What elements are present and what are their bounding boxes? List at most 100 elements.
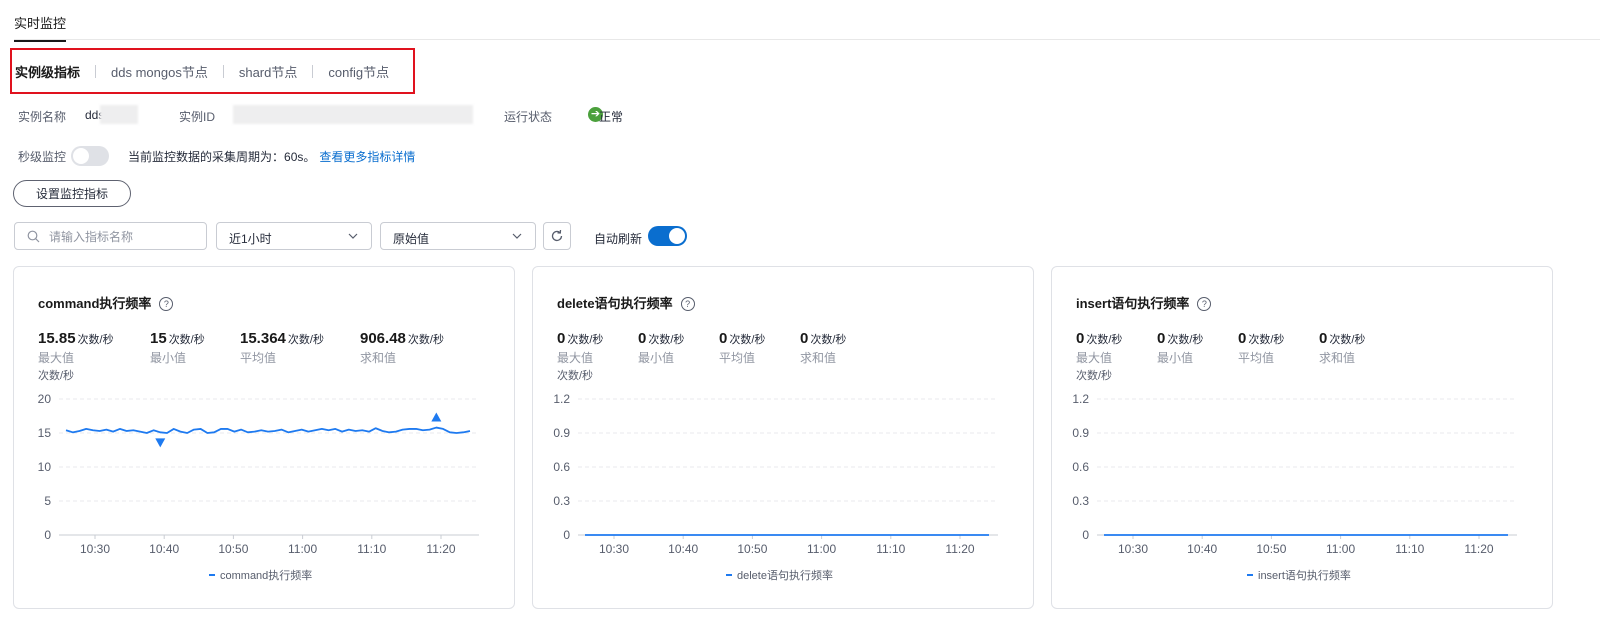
stat-unit: 次数/秒: [810, 334, 847, 346]
stat-unit: 次数/秒: [648, 334, 685, 346]
card-title-text: delete语句执行频率: [557, 296, 673, 311]
toggle-knob: [73, 148, 90, 164]
chart-legend[interactable]: command执行频率: [209, 567, 312, 583]
y-tick-label: 0: [44, 528, 51, 542]
y-tick-label: 0.6: [553, 460, 570, 474]
value-type-value: 原始值: [393, 232, 430, 246]
stat-label: 最小值: [638, 351, 675, 365]
subtab-mongos-node[interactable]: dds mongos节点: [111, 62, 208, 81]
metric-search-input[interactable]: [47, 227, 201, 247]
y-tick-label: 1.2: [1072, 392, 1089, 406]
stat-unit: 次数/秒: [77, 334, 114, 346]
legend-swatch: [209, 574, 215, 577]
second-level-row: 秒级监控 当前监控数据的采集周期为：60s。 查看更多指标详情: [18, 146, 415, 166]
y-tick-label: 0: [563, 528, 570, 542]
y-tick-label: 1.2: [553, 392, 570, 406]
time-range-select[interactable]: 近1小时: [216, 222, 372, 250]
search-icon: [27, 230, 40, 243]
stat-sum: 0 次数/秒求和值: [800, 330, 846, 366]
x-tick-label: 10:40: [1187, 542, 1217, 556]
instance-id-label: 实例ID: [179, 110, 216, 124]
x-tick-label: 11:00: [807, 542, 836, 556]
instance-info-row: 实例名称 dds 实例ID 运行状态 ➔ 正常: [18, 105, 1612, 124]
y-tick-label: 5: [44, 494, 51, 508]
set-metrics-button[interactable]: 设置监控指标: [13, 180, 131, 207]
redacted-mask: [100, 105, 138, 124]
refresh-button[interactable]: [543, 222, 571, 250]
min-marker: [155, 438, 166, 448]
chevron-down-icon: [512, 233, 522, 239]
stat-value: 0: [1157, 330, 1166, 347]
metric-card-insert: insert语句执行频率? 0 次数/秒 最大值 0 次数/秒 最小值 0 次数/秒 平均值…: [1051, 266, 1553, 609]
stat-unit: 次数/秒: [567, 334, 604, 346]
x-tick-label: 10:40: [149, 542, 179, 556]
stat-max: 0 次数/秒 最大值: [1076, 330, 1122, 366]
stat-label: 最大值: [557, 351, 594, 365]
y-tick-label: 0: [1082, 528, 1089, 542]
max-marker: [431, 412, 442, 422]
subtab-separator: [95, 64, 97, 78]
legend-label: insert语句执行频率: [1258, 570, 1351, 582]
stat-value: 0: [719, 330, 728, 347]
stat-label: 求和值: [360, 351, 397, 365]
line-chart[interactable]: 0 0.3 0.6 0.9 1.2 10:30 10:40 10:50 11:00 11:10 11…: [1052, 385, 1552, 565]
x-tick-label: 11:10: [1395, 542, 1424, 556]
help-icon[interactable]: ?: [680, 296, 695, 311]
stat-min: 0 次数/秒最小值: [1157, 330, 1203, 366]
stat-avg: 15.364 次数/秒 平均值: [240, 330, 324, 366]
stat-sum: 906.48 次数/秒 求和值: [360, 330, 444, 366]
collection-period-text: 当前监控数据的采集周期为：60s。: [128, 149, 316, 164]
stat-value: 15.85: [38, 330, 76, 347]
auto-refresh-toggle[interactable]: [648, 226, 687, 246]
stat-value: 15: [150, 330, 167, 347]
stat-unit: 次数/秒: [407, 334, 444, 346]
refresh-icon: [551, 229, 563, 242]
help-icon[interactable]: ?: [1197, 296, 1212, 311]
line-chart[interactable]: 0 5 10 15 20 10:30 10:40 10:50 11:00 11:10 11:20: [14, 385, 514, 565]
x-tick-label: 11:10: [876, 542, 905, 556]
value-type-select[interactable]: 原始值: [380, 222, 536, 250]
tab-realtime-monitor[interactable]: 实时监控: [14, 13, 67, 42]
status-value: 正常: [599, 110, 624, 124]
time-range-value: 近1小时: [229, 232, 272, 246]
stat-min: 0 次数/秒 最小值: [638, 330, 684, 366]
stat-unit: 次数/秒: [1248, 334, 1285, 346]
stat-label: 平均值: [1238, 351, 1275, 365]
stat-unit: 次数/秒: [1086, 334, 1123, 346]
series-line: [65, 426, 471, 434]
subtab-separator: [222, 64, 224, 78]
metric-search: [14, 222, 207, 250]
subtab-shard-node[interactable]: shard节点: [239, 62, 298, 81]
second-level-toggle[interactable]: [71, 146, 110, 166]
help-icon[interactable]: ?: [159, 296, 174, 311]
stat-unit: 次数/秒: [1167, 334, 1204, 346]
card-title-text: command执行频率: [38, 296, 152, 311]
more-metrics-link[interactable]: 查看更多指标详情: [319, 148, 415, 165]
y-axis-unit: 次数/秒: [1076, 370, 1113, 382]
stat-label: 最大值: [1076, 351, 1113, 365]
y-tick-label: 0.9: [1072, 426, 1089, 440]
status-label: 运行状态: [504, 110, 553, 124]
chart-legend[interactable]: delete语句执行频率: [726, 567, 833, 583]
stat-value: 0: [800, 330, 809, 347]
stat-label: 最小值: [1157, 351, 1194, 365]
subtab-bar: 实例级指标 dds mongos节点 shard节点 config节点: [10, 48, 415, 94]
stat-label: 求和值: [800, 351, 837, 365]
x-tick-label: 10:30: [1118, 542, 1148, 556]
subtab-instance-metrics[interactable]: 实例级指标: [15, 62, 80, 81]
stat-value: 15.364: [240, 330, 286, 347]
subtab-config-node[interactable]: config节点: [328, 62, 389, 81]
chart-legend[interactable]: insert语句执行频率: [1247, 567, 1351, 583]
chevron-down-icon: [348, 233, 358, 239]
x-tick-label: 11:00: [1326, 542, 1355, 556]
stat-label: 求和值: [1319, 351, 1356, 365]
stat-max: 0 次数/秒 最大值: [557, 330, 603, 366]
toggle-knob: [669, 228, 685, 244]
stat-sum: 0 次数/秒 求和值: [1319, 330, 1365, 366]
redacted-mask: [233, 105, 473, 124]
stat-avg: 0 次数/秒 平均值: [1238, 330, 1284, 366]
x-tick-label: 10:50: [1256, 542, 1286, 556]
x-tick-label: 10:40: [668, 542, 698, 556]
line-chart[interactable]: 0 0.3 0.6 0.9 1.2 10:30 10:40 10:50 11:00 11:10 11…: [533, 385, 1033, 565]
legend-swatch: [726, 574, 732, 577]
